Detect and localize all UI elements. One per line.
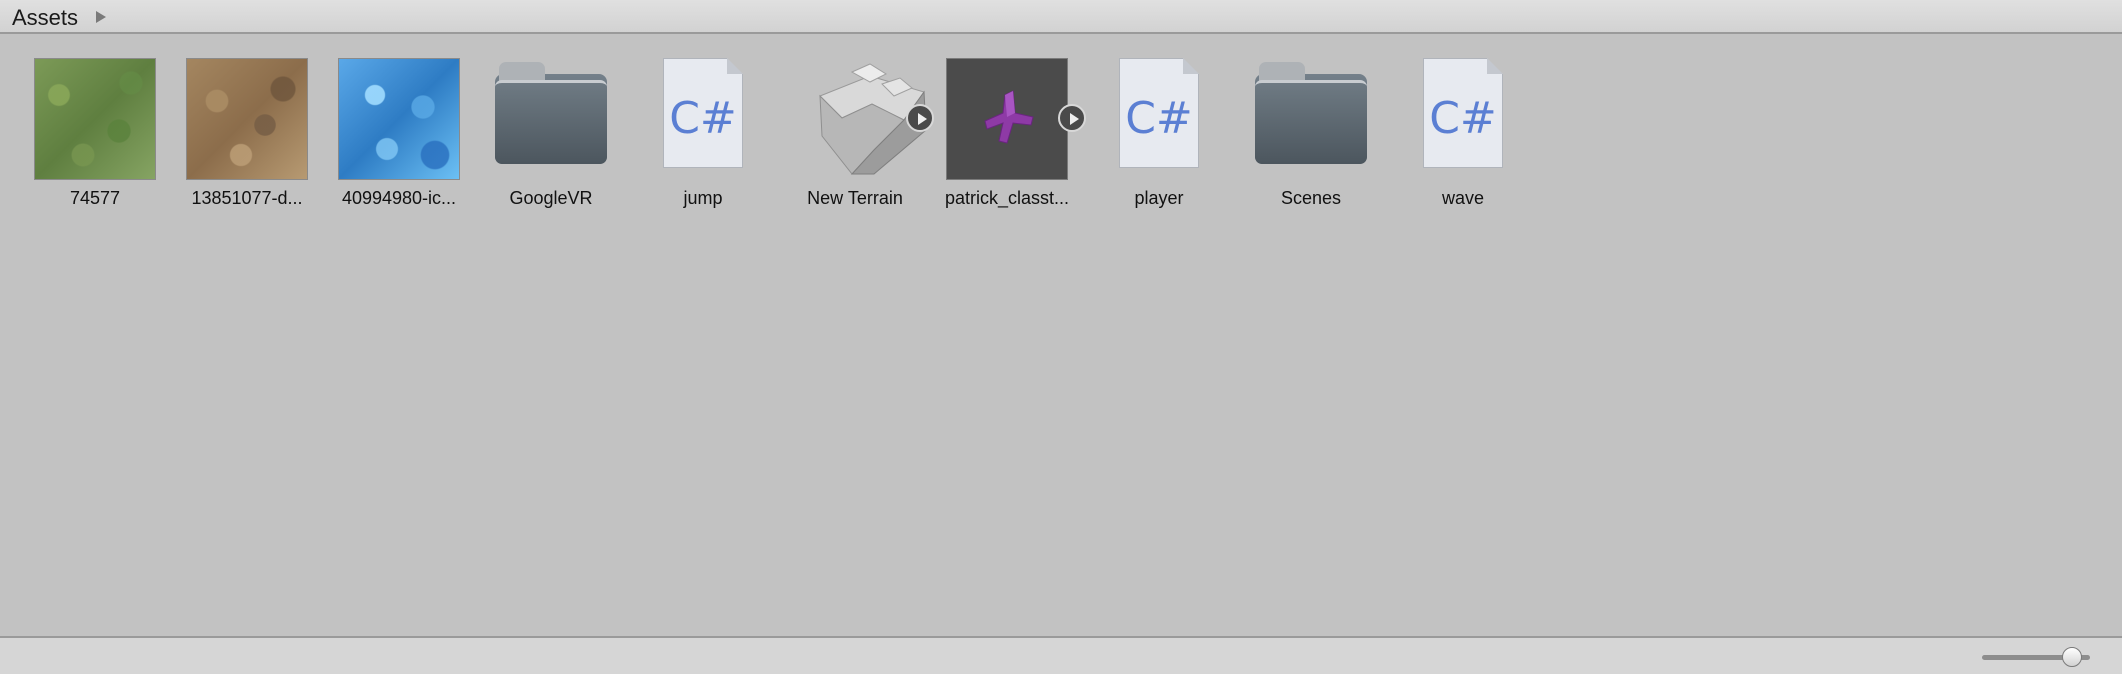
asset-label: GoogleVR [509,188,593,208]
asset-label: New Terrain [807,188,903,208]
zoom-slider-thumb[interactable] [2061,647,2082,667]
asset-label: 40994980-ic... [341,188,457,208]
asset-item-player[interactable]: C# player [1084,56,1234,226]
grass-texture-thumbnail [34,58,156,180]
project-toolbar: Assets [0,0,2122,34]
water-texture-thumbnail [338,58,460,180]
folder-icon [1255,58,1367,180]
asset-label: 74577 [69,188,121,208]
asset-item-jump[interactable]: C# jump [628,56,778,226]
breadcrumb-assets[interactable]: Assets [12,5,78,31]
asset-item-new-terrain[interactable]: New Terrain [780,56,934,226]
asset-label: wave [1441,188,1485,208]
model-icon [946,58,1068,180]
asset-grid: 74577 13851077-d... 40994980-ic... Googl… [0,56,2122,226]
asset-item-scenes[interactable]: Scenes [1236,56,1386,226]
expand-asset-icon[interactable] [906,104,934,132]
expand-asset-icon[interactable] [1058,104,1086,132]
csharp-script-icon: C# [1109,58,1209,180]
asset-label: patrick_classt... [944,188,1070,208]
asset-item-water-texture[interactable]: 40994980-ic... [324,56,474,226]
asset-item-patrick-model[interactable]: patrick_classt... [932,56,1086,226]
folder-icon [495,58,607,180]
dirt-texture-thumbnail [186,58,308,180]
asset-label: jump [683,188,723,208]
asset-item-wave[interactable]: C# wave [1388,56,1538,226]
csharp-script-icon: C# [653,58,753,180]
zoom-slider[interactable] [1982,647,2090,667]
breadcrumb-arrow-icon[interactable] [96,11,106,23]
asset-label: player [1134,188,1184,208]
project-statusbar [0,636,2122,674]
terrain-icon [794,58,927,180]
asset-item-dirt-texture[interactable]: 13851077-d... [172,56,322,226]
asset-label: 13851077-d... [191,188,303,208]
asset-item-74577[interactable]: 74577 [20,56,170,226]
csharp-script-icon: C# [1413,58,1513,180]
asset-item-googlevr[interactable]: GoogleVR [476,56,626,226]
asset-label: Scenes [1280,188,1342,208]
